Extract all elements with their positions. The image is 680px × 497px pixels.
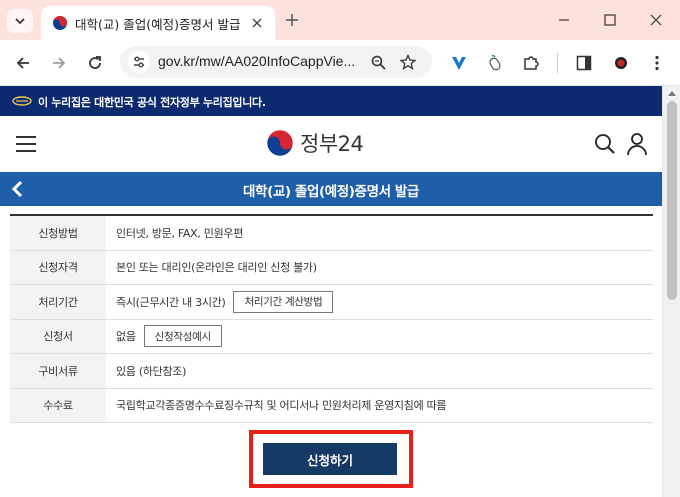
row-label: 수수료 xyxy=(10,388,106,422)
url-text[interactable]: gov.kr/mw/AA020InfoCappVie... xyxy=(158,53,355,69)
logo-text: 정부24 xyxy=(300,132,364,156)
browser-menu-button[interactable] xyxy=(646,52,668,74)
application-example-button[interactable]: 신청작성예시 xyxy=(143,325,222,348)
minimize-icon xyxy=(559,19,569,21)
bookmark-button[interactable] xyxy=(398,52,418,72)
row-value: 인터넷, 방문, FAX, 민원우편 xyxy=(106,216,653,250)
user-icon[interactable] xyxy=(626,132,648,156)
minimize-button[interactable] xyxy=(552,8,576,32)
apply-button[interactable]: 신청하기 xyxy=(263,443,397,475)
zoom-icon xyxy=(371,55,386,70)
browser-toolbar: gov.kr/mw/AA020InfoCappVie... xyxy=(0,40,680,86)
reload-icon xyxy=(89,56,101,69)
row-value-text: 국립학교각종증명수수료징수규칙 및 어디서나 민원처리제 운영지침에 따름 xyxy=(116,399,447,413)
table-row: 수수료 국립학교각종증명수수료징수규칙 및 어디서나 민원처리제 운영지침에 따… xyxy=(10,388,653,423)
gov-mark-icon xyxy=(12,96,32,106)
arrow-left-icon xyxy=(16,57,29,69)
puzzle-icon xyxy=(524,56,539,70)
site-info-button[interactable] xyxy=(128,51,150,73)
gov-notice-text: 이 누리집은 대한민국 공식 전자정부 누리집입니다. xyxy=(38,96,266,109)
extension-mouse-button[interactable] xyxy=(484,52,506,74)
profile-button[interactable] xyxy=(610,52,632,74)
reload-button[interactable] xyxy=(84,52,106,74)
taeguk-emblem-icon xyxy=(266,129,294,157)
active-tab[interactable]: 대학(교) 졸업(예정)증명서 발급 xyxy=(41,6,275,40)
window-close-button[interactable] xyxy=(644,8,668,32)
row-value: 국립학교각종증명수수료징수규칙 및 어디서나 민원처리제 운영지침에 따름 xyxy=(106,389,653,423)
new-tab-button[interactable] xyxy=(283,11,301,29)
menu-button[interactable] xyxy=(16,136,36,152)
service-info-table: 신청방법 인터넷, 방문, FAX, 민원우편 신청자격 본인 또는 대리인(온… xyxy=(10,214,653,423)
more-vertical-icon xyxy=(655,55,659,71)
row-value-text: 없음 xyxy=(116,330,136,344)
mouse-extension-icon xyxy=(489,54,501,71)
search-icon[interactable] xyxy=(594,133,616,155)
tab-strip: 대학(교) 졸업(예정)증명서 발급 xyxy=(0,0,680,40)
star-icon xyxy=(400,54,416,70)
side-panel-button[interactable] xyxy=(573,52,595,74)
row-value-text: 있음 (하단참조) xyxy=(116,364,187,378)
chevron-down-icon xyxy=(15,18,25,25)
row-value-text: 즉시(근무시간 내 3시간) xyxy=(116,295,226,309)
page-title: 대학(교) 졸업(예정)증명서 발급 xyxy=(243,184,419,200)
forward-nav-button[interactable] xyxy=(48,52,70,74)
tab-title: 대학(교) 졸업(예정)증명서 발급 xyxy=(75,17,241,32)
side-panel-icon xyxy=(576,55,592,71)
tab-search-button[interactable] xyxy=(7,9,33,33)
tune-icon xyxy=(134,56,144,68)
row-value: 없음 신청작성예시 xyxy=(106,320,653,354)
v-extension-icon xyxy=(452,57,466,70)
toolbar-separator xyxy=(557,53,558,73)
maximize-button[interactable] xyxy=(598,8,622,32)
extensions-button[interactable] xyxy=(520,52,542,74)
address-bar[interactable]: gov.kr/mw/AA020InfoCappVie... xyxy=(120,46,432,78)
row-label: 신청서 xyxy=(10,319,106,353)
processing-time-calc-button[interactable]: 처리기간 계산방법 xyxy=(233,290,334,313)
gov-favicon-icon xyxy=(53,16,67,30)
row-label: 구비서류 xyxy=(10,354,106,388)
back-nav-button[interactable] xyxy=(12,52,34,74)
row-value-text: 인터넷, 방문, FAX, 민원우편 xyxy=(116,226,244,240)
zoom-button[interactable] xyxy=(368,52,388,72)
table-row: 신청서 없음 신청작성예시 xyxy=(10,319,653,354)
row-value: 즉시(근무시간 내 3시간) 처리기간 계산방법 xyxy=(106,285,653,319)
site-logo[interactable]: 정부24 xyxy=(266,128,364,158)
profile-avatar-icon xyxy=(615,57,627,69)
table-row: 처리기간 즉시(근무시간 내 3시간) 처리기간 계산방법 xyxy=(10,285,653,320)
arrow-right-icon xyxy=(53,57,66,69)
scrollbar-thumb[interactable] xyxy=(667,101,677,300)
plus-icon xyxy=(286,14,298,26)
row-value-text: 본인 또는 대리인(온라인은 대리인 신청 불가) xyxy=(116,261,317,275)
row-label: 신청자격 xyxy=(10,250,106,284)
scroll-up-arrow-icon[interactable] xyxy=(667,89,677,97)
row-value: 본인 또는 대리인(온라인은 대리인 신청 불가) xyxy=(106,251,653,285)
page-scrollbar[interactable] xyxy=(662,86,680,497)
table-row: 신청자격 본인 또는 대리인(온라인은 대리인 신청 불가) xyxy=(10,250,653,285)
tab-close-button[interactable] xyxy=(249,15,265,31)
extension-v-button[interactable] xyxy=(448,52,470,74)
row-label: 신청방법 xyxy=(10,216,106,250)
hamburger-line xyxy=(16,150,36,152)
close-icon xyxy=(650,14,662,26)
hamburger-line xyxy=(16,136,36,138)
table-row: 신청방법 인터넷, 방문, FAX, 민원우편 xyxy=(10,216,653,251)
row-label: 처리기간 xyxy=(10,285,106,319)
page-title-bar: 대학(교) 졸업(예정)증명서 발급 xyxy=(0,172,662,206)
maximize-icon xyxy=(604,14,616,26)
gov-official-banner: 이 누리집은 대한민국 공식 전자정부 누리집입니다. xyxy=(0,86,662,116)
site-header: 정부24 xyxy=(0,116,662,172)
close-icon xyxy=(252,18,262,28)
row-value: 있음 (하단참조) xyxy=(106,354,653,388)
table-row: 구비서류 있음 (하단참조) xyxy=(10,354,653,389)
hamburger-line xyxy=(16,143,36,145)
